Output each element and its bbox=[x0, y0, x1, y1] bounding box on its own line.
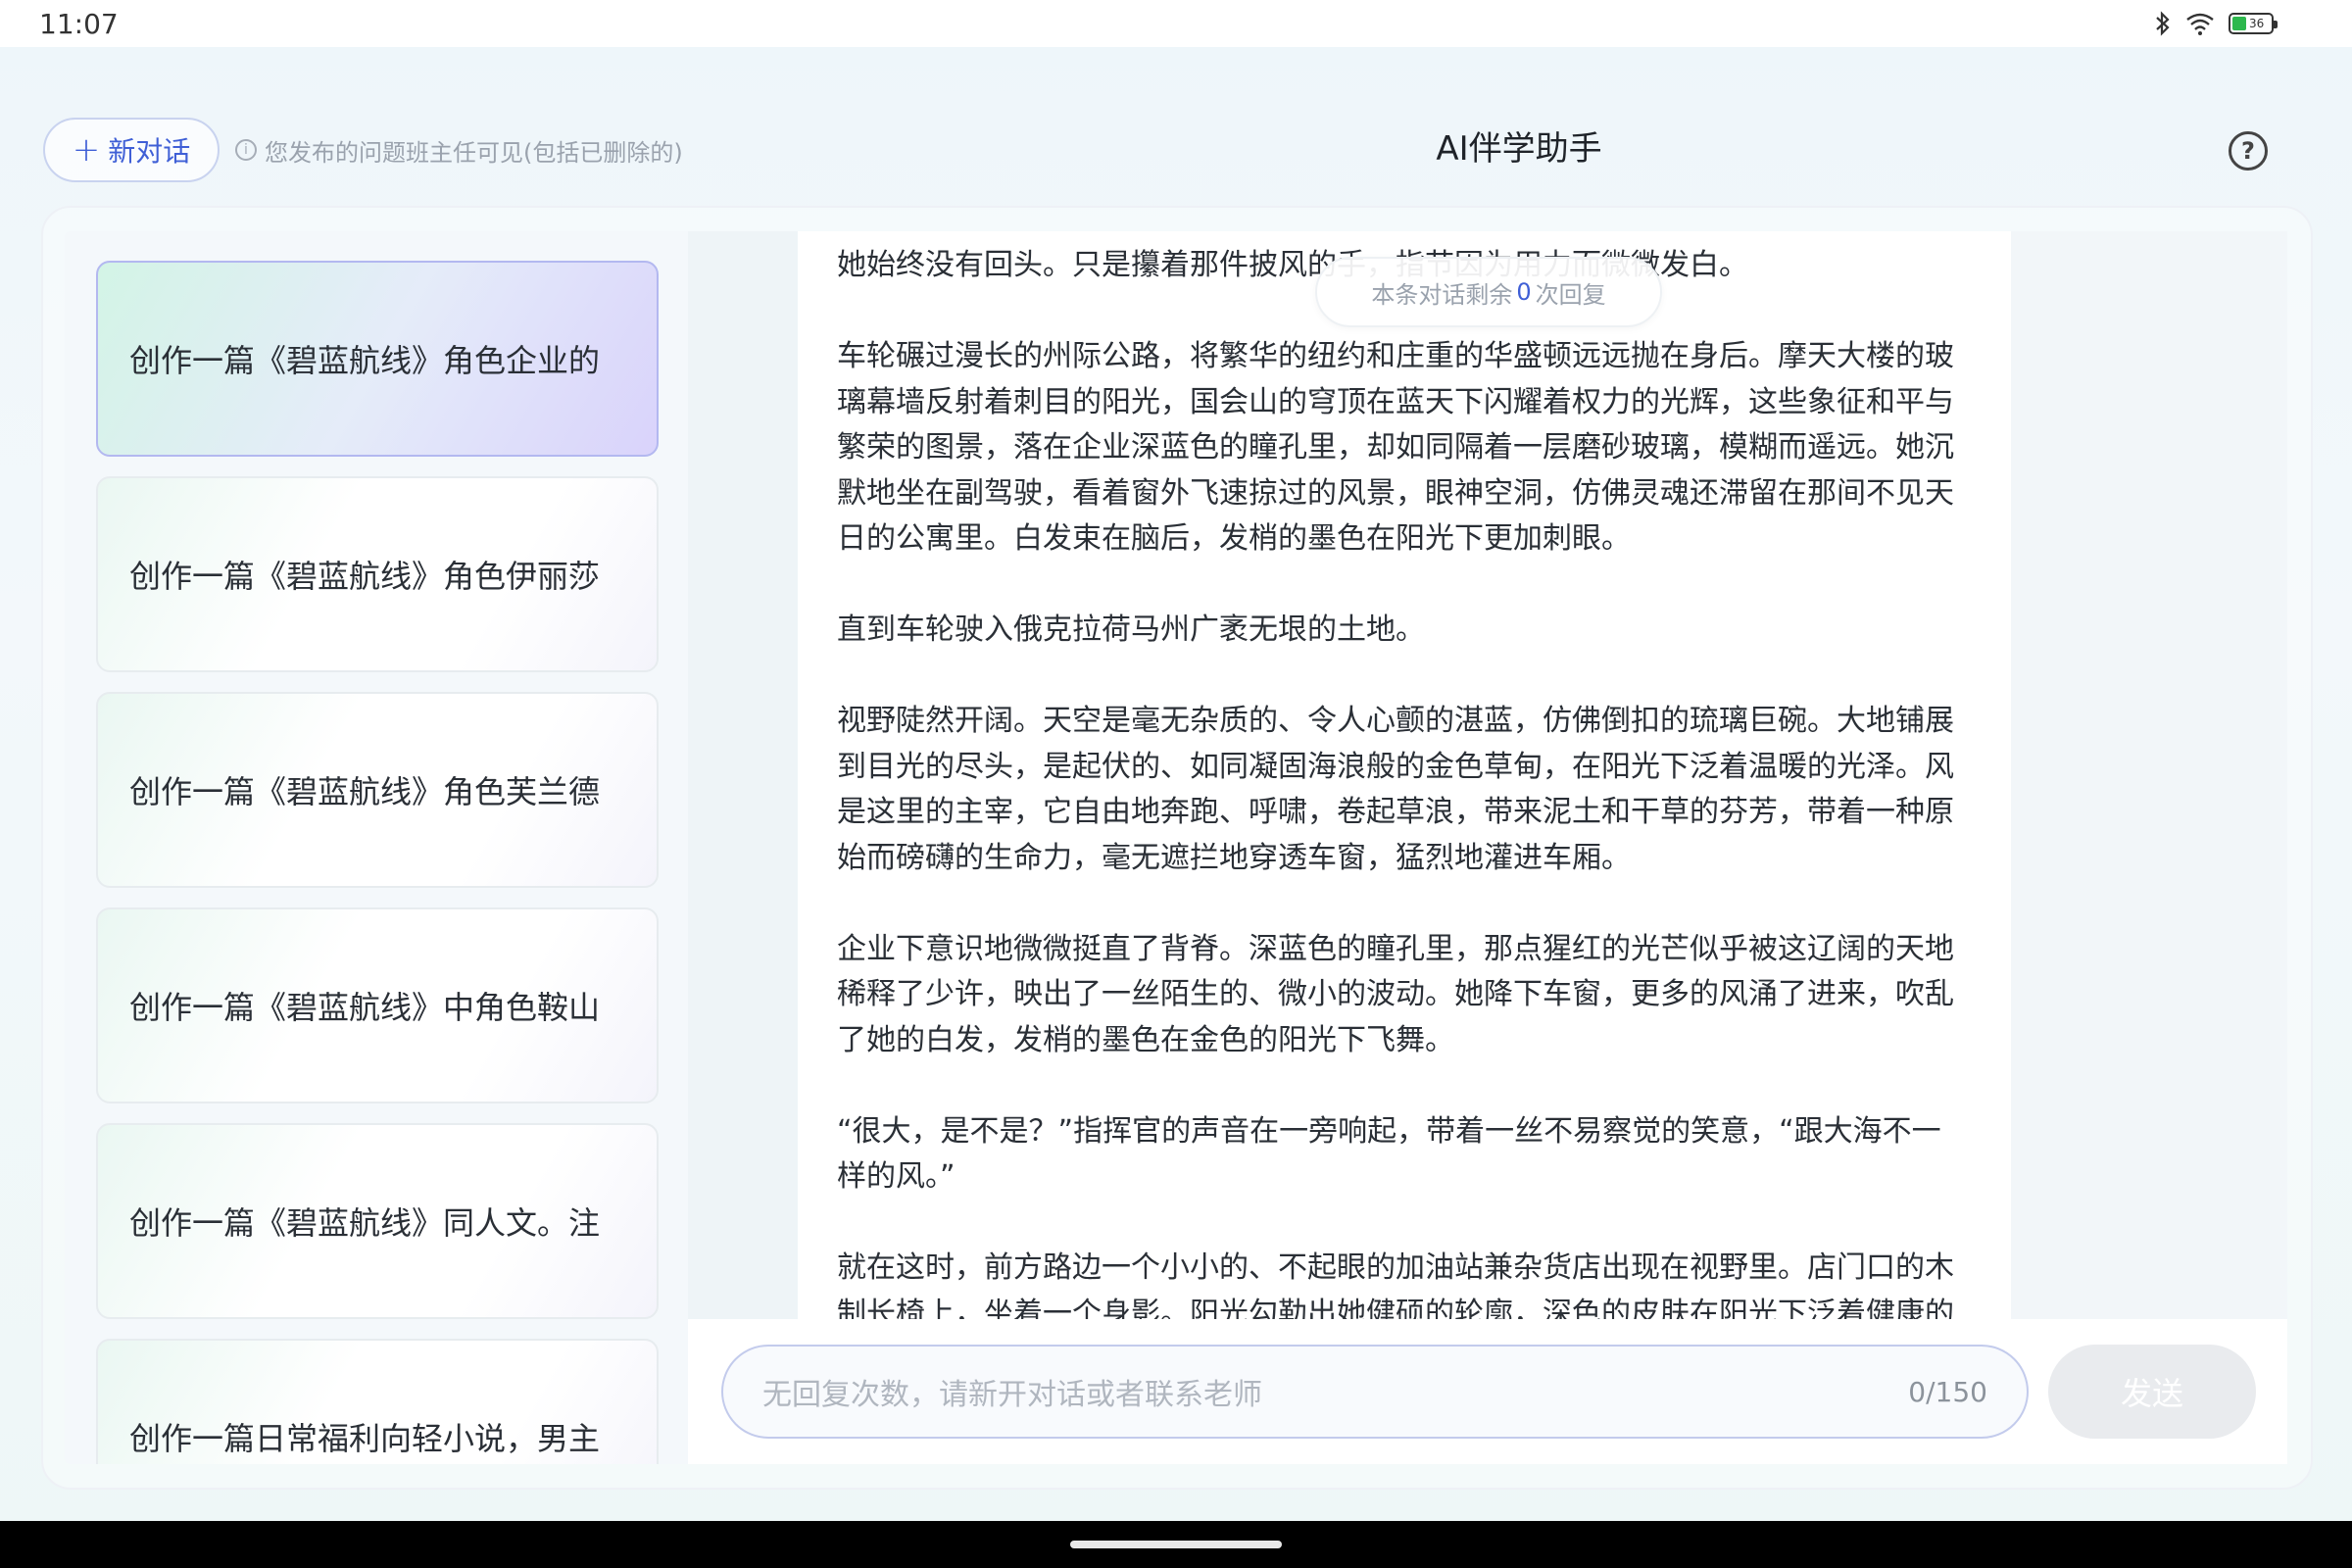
conversation-title: 创作一篇《碧蓝航线》角色伊丽莎 bbox=[129, 558, 601, 595]
assistant-message: 她始终没有回头。只是攥着那件披风的手，指节因为用力而微微发白。 车轮碾过漫长的州… bbox=[837, 243, 1954, 1319]
battery-level: 36 bbox=[2249, 17, 2265, 30]
content-margin-right bbox=[2011, 231, 2287, 1319]
help-icon[interactable]: ? bbox=[2229, 131, 2268, 171]
message-scroll-area[interactable]: 她始终没有回头。只是攥着那件披风的手，指节因为用力而微微发白。 车轮碾过漫长的州… bbox=[798, 231, 2011, 1319]
remaining-replies-badge: 本条对话剩余 0 次回复 bbox=[1315, 257, 1662, 327]
visibility-notice: i 您发布的问题班主任可见(包括已删除的) bbox=[235, 133, 683, 167]
wifi-icon bbox=[2186, 13, 2214, 35]
bluetooth-icon bbox=[2156, 11, 2170, 36]
conversation-item[interactable]: 创作一篇《碧蓝航线》中角色鞍山 bbox=[96, 907, 659, 1103]
conversation-item[interactable]: 创作一篇日常福利向轻小说，男主 bbox=[96, 1339, 659, 1464]
notice-text: 您发布的问题班主任可见(包括已删除的) bbox=[265, 138, 683, 167]
new-chat-label: 新对话 bbox=[108, 135, 191, 168]
message-paragraph: 视野陡然开阔。天空是毫无杂质的、令人心颤的湛蓝，仿佛倒扣的琉璃巨碗。大地铺展到目… bbox=[837, 704, 1954, 875]
conversation-item[interactable]: 创作一篇《碧蓝航线》角色芙兰德 bbox=[96, 692, 659, 888]
message-paragraph: “很大，是不是？”指挥官的声音在一旁响起，带着一丝不易察觉的笑意，“跟大海不一样… bbox=[837, 1113, 1941, 1195]
navigation-bar bbox=[0, 1521, 2352, 1568]
conversation-item[interactable]: 创作一篇《碧蓝航线》角色伊丽莎 bbox=[96, 476, 659, 672]
conversation-title: 创作一篇日常福利向轻小说，男主 bbox=[129, 1420, 601, 1457]
plus-icon: + bbox=[72, 130, 101, 170]
conversation-title: 创作一篇《碧蓝航线》中角色鞍山 bbox=[129, 989, 601, 1026]
remaining-suffix: 次回复 bbox=[1535, 280, 1606, 309]
message-paragraph: 直到车轮驶入俄克拉荷马州广袤无垠的土地。 bbox=[837, 612, 1425, 647]
message-paragraph: 就在这时，前方路边一个小小的、不起眼的加油站兼杂货店出现在视野里。店门口的木制长… bbox=[837, 1250, 1954, 1319]
char-count: 0/150 bbox=[1908, 1375, 1987, 1408]
conversation-list[interactable]: 创作一篇《碧蓝航线》角色企业的 创作一篇《碧蓝航线》角色伊丽莎 创作一篇《碧蓝航… bbox=[96, 261, 659, 1464]
conversation-title: 创作一篇《碧蓝航线》同人文。注 bbox=[129, 1204, 601, 1242]
message-paragraph: 企业下意识地微微挺直了背脊。深蓝色的瞳孔里，那点猩红的光芒似乎被这辽阔的天地稀释… bbox=[837, 931, 1954, 1057]
content-margin-left bbox=[688, 231, 798, 1319]
info-icon: i bbox=[235, 139, 257, 161]
conversation-title: 创作一篇《碧蓝航线》角色企业的 bbox=[129, 342, 601, 379]
battery-icon: 36 bbox=[2229, 13, 2278, 34]
conversation-item[interactable]: 创作一篇《碧蓝航线》角色企业的 bbox=[96, 261, 659, 457]
new-chat-button[interactable]: + 新对话 bbox=[43, 118, 220, 182]
status-bar: 11:07 36 bbox=[0, 0, 2352, 47]
status-icons: 36 bbox=[2154, 9, 2278, 38]
remaining-count: 0 bbox=[1516, 278, 1532, 306]
remaining-prefix: 本条对话剩余 bbox=[1371, 280, 1513, 309]
conversation-item[interactable]: 创作一篇《碧蓝航线》同人文。注 bbox=[96, 1123, 659, 1319]
message-input[interactable]: 无回复次数，请新开对话或者联系老师 0/150 bbox=[721, 1345, 2029, 1439]
input-placeholder: 无回复次数，请新开对话或者联系老师 bbox=[762, 1378, 1262, 1412]
home-indicator[interactable] bbox=[1070, 1541, 1282, 1548]
send-button[interactable]: 发送 bbox=[2048, 1345, 2256, 1439]
page-title: AI伴学助手 bbox=[1436, 129, 1602, 169]
battery-fill bbox=[2232, 17, 2246, 30]
status-time: 11:07 bbox=[39, 8, 119, 40]
conversation-title: 创作一篇《碧蓝航线》角色芙兰德 bbox=[129, 773, 601, 810]
message-paragraph: 车轮碾过漫长的州际公路，将繁华的纽约和庄重的华盛顿远远抛在身后。摩天大楼的玻璃幕… bbox=[837, 339, 1954, 556]
